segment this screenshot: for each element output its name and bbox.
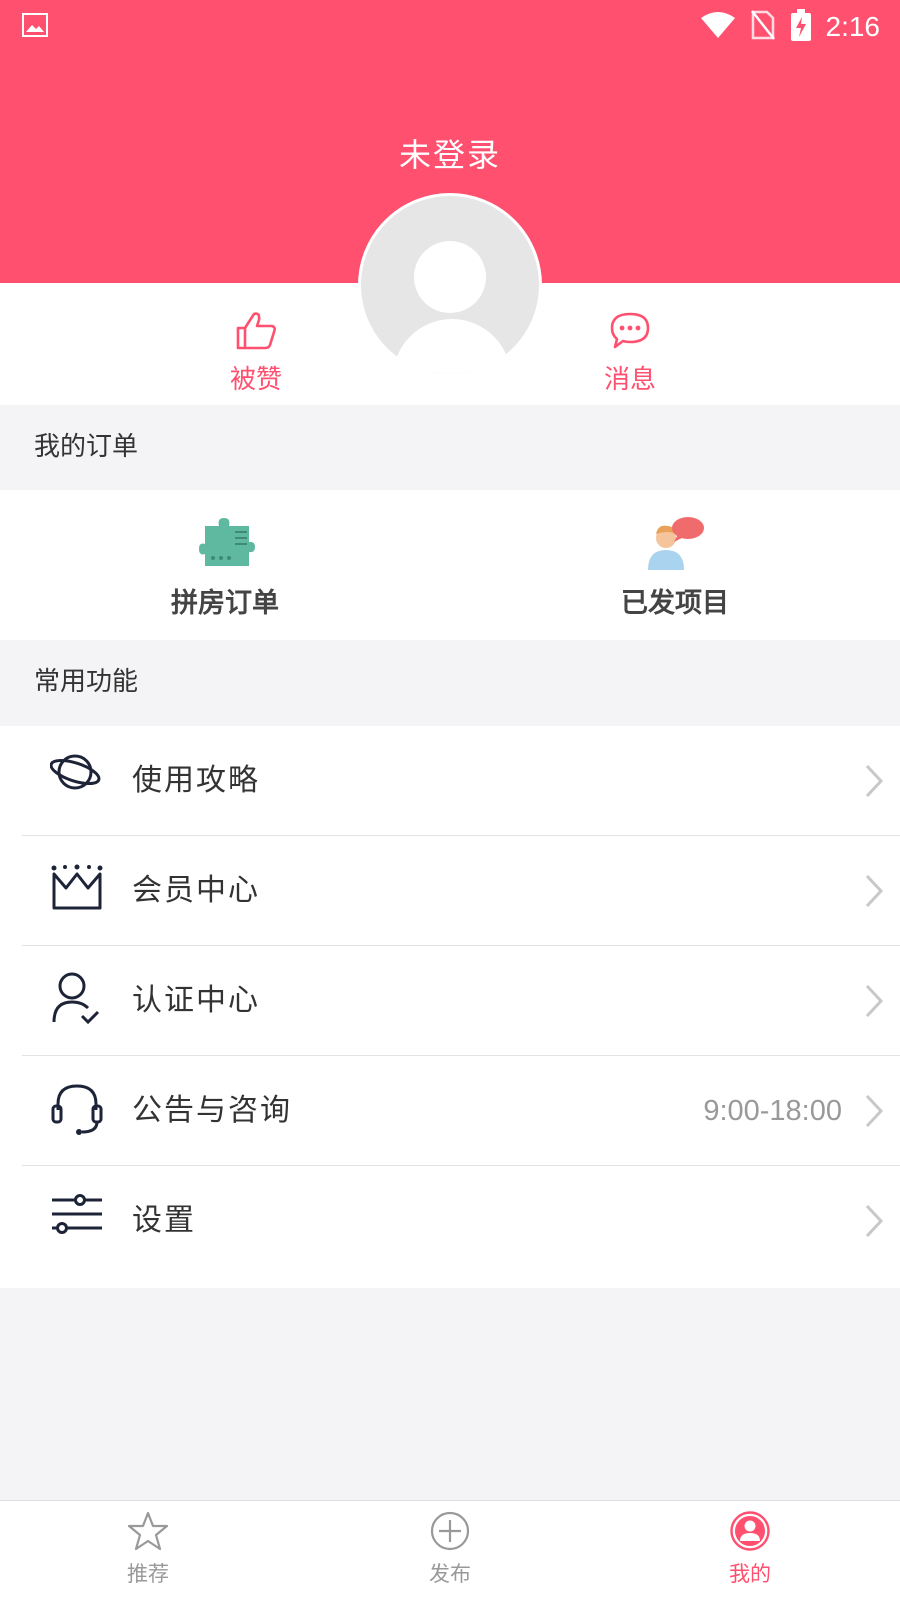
person-chat-icon: [550, 514, 800, 577]
status-time: 2:16: [825, 11, 881, 42]
menu-item-settings[interactable]: 设置: [22, 1166, 900, 1276]
avatar[interactable]: [358, 193, 542, 377]
crown-icon: [50, 862, 104, 916]
login-status-title[interactable]: 未登录: [0, 130, 900, 176]
published-projects-button[interactable]: 已发项目: [550, 514, 800, 620]
chevron-right-icon: [864, 1204, 884, 1238]
avatar-body-shape: [393, 319, 511, 374]
likes-stat[interactable]: 被赞: [186, 310, 326, 396]
functions-menu: 使用攻略 会员中心 认证中心 公告与咨询 9:00-18:00 设置: [0, 726, 900, 1288]
announcements-label: 公告与咨询: [132, 1093, 292, 1128]
menu-item-announcements[interactable]: 公告与咨询 9:00-18:00: [22, 1056, 900, 1166]
chevron-right-icon: [864, 1094, 884, 1128]
chat-bubble-icon: [560, 310, 700, 357]
user-check-icon: [50, 972, 104, 1026]
functions-section-title: 常用功能: [0, 640, 900, 725]
tab-mine-label: 我的: [729, 1562, 771, 1586]
chevron-right-icon: [864, 984, 884, 1018]
tab-mine[interactable]: 我的: [690, 1511, 810, 1588]
user-circle-icon: [690, 1511, 810, 1556]
chevron-right-icon: [864, 764, 884, 798]
planet-icon: [49, 752, 104, 806]
settings-label: 设置: [132, 1203, 196, 1238]
messages-stat[interactable]: 消息: [560, 310, 700, 396]
image-notification-icon: [22, 13, 48, 41]
group-room-orders-label: 拼房订单: [171, 588, 279, 619]
status-bar: 2:16: [0, 0, 900, 52]
usage-guide-label: 使用攻略: [132, 763, 260, 798]
star-icon: [88, 1511, 208, 1556]
wifi-icon: [700, 10, 736, 44]
menu-item-verification-center[interactable]: 认证中心: [22, 946, 900, 1056]
bottom-tab-bar: 推荐 发布 我的: [0, 1500, 900, 1600]
service-hours: 9:00-18:00: [703, 1095, 842, 1127]
thumbs-up-icon: [186, 310, 326, 357]
tab-publish-label: 发布: [429, 1562, 471, 1586]
headset-icon: [50, 1082, 104, 1136]
orders-panel: 拼房订单 已发项目: [0, 490, 900, 640]
battery-charging-icon: [790, 8, 812, 46]
published-projects-label: 已发项目: [621, 588, 729, 619]
messages-label: 消息: [603, 365, 656, 395]
menu-item-member-center[interactable]: 会员中心: [22, 836, 900, 946]
likes-label: 被赞: [229, 365, 282, 395]
avatar-head-shape: [414, 241, 486, 313]
plus-circle-icon: [390, 1511, 510, 1556]
chevron-right-icon: [864, 874, 884, 908]
no-sim-icon: [750, 9, 776, 45]
puzzle-piece-icon: [100, 514, 350, 577]
tab-recommend-label: 推荐: [127, 1562, 169, 1586]
tab-publish[interactable]: 发布: [390, 1511, 510, 1588]
group-room-orders-button[interactable]: 拼房订单: [100, 514, 350, 620]
orders-section-title: 我的订单: [0, 405, 900, 490]
verification-center-label: 认证中心: [132, 983, 260, 1018]
menu-item-usage-guide[interactable]: 使用攻略: [22, 726, 900, 836]
member-center-label: 会员中心: [132, 873, 260, 908]
sliders-icon: [50, 1192, 104, 1246]
tab-recommend[interactable]: 推荐: [88, 1511, 208, 1588]
